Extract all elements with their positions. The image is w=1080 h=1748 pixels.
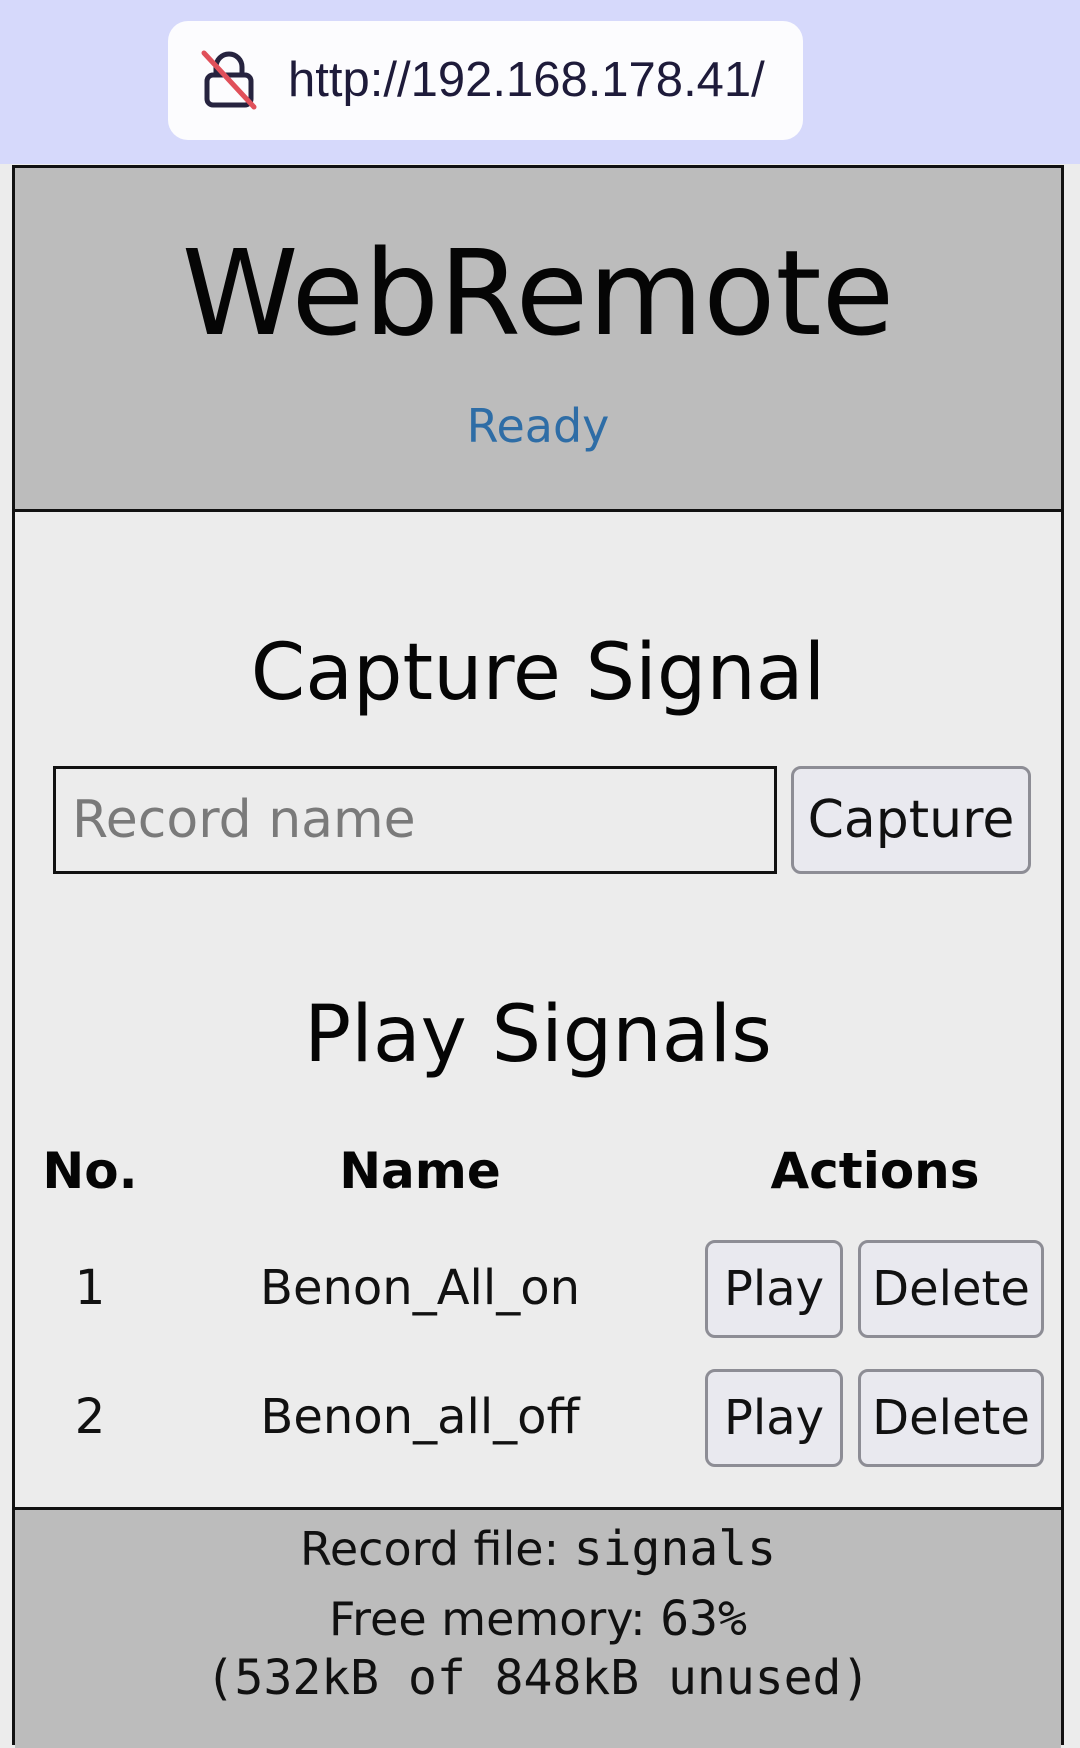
row-number: 2 xyxy=(74,1389,106,1445)
delete-button[interactable]: Delete xyxy=(858,1240,1044,1338)
record-file-value: signals xyxy=(573,1521,777,1577)
status-footer: Record file: signals Free memory: 63% (5… xyxy=(15,1507,1061,1748)
address-bar[interactable]: http://192.168.178.41/ xyxy=(168,21,803,140)
app-title: WebRemote xyxy=(181,224,895,362)
table-row: 1 Benon_All_on Play Delete xyxy=(15,1238,1061,1338)
free-memory-line: Free memory: 63% xyxy=(15,1588,1061,1650)
play-button[interactable]: Play xyxy=(705,1240,843,1338)
insecure-lock-icon[interactable] xyxy=(198,49,260,111)
column-header-actions: Actions xyxy=(770,1142,980,1200)
page-content: WebRemote Ready Capture Signal Capture P… xyxy=(12,165,1064,1748)
record-file-line: Record file: signals xyxy=(15,1516,1061,1582)
browser-toolbar: http://192.168.178.41/ xyxy=(0,0,1080,164)
column-header-no: No. xyxy=(42,1142,138,1200)
free-memory-value: 63% xyxy=(660,1591,747,1647)
memory-detail: (532kB of 848kB unused) xyxy=(205,1650,871,1706)
play-section-title: Play Signals xyxy=(304,990,772,1080)
memory-detail-line: (532kB of 848kB unused) xyxy=(15,1647,1061,1709)
capture-button[interactable]: Capture xyxy=(791,766,1031,874)
signal-name: Benon_all_off xyxy=(260,1389,580,1445)
status-text: Ready xyxy=(466,399,610,453)
column-header-name: Name xyxy=(339,1142,501,1200)
signal-name: Benon_All_on xyxy=(260,1260,580,1316)
row-number: 1 xyxy=(74,1260,106,1316)
free-memory-label: Free memory: xyxy=(329,1592,646,1646)
url-text[interactable]: http://192.168.178.41/ xyxy=(288,21,765,140)
table-row: 2 Benon_all_off Play Delete xyxy=(15,1367,1061,1467)
delete-button[interactable]: Delete xyxy=(858,1369,1044,1467)
app-header: WebRemote Ready xyxy=(15,168,1061,512)
play-button[interactable]: Play xyxy=(705,1369,843,1467)
capture-section-title: Capture Signal xyxy=(250,628,826,718)
record-file-label: Record file: xyxy=(299,1522,560,1576)
record-name-input[interactable] xyxy=(53,766,777,874)
